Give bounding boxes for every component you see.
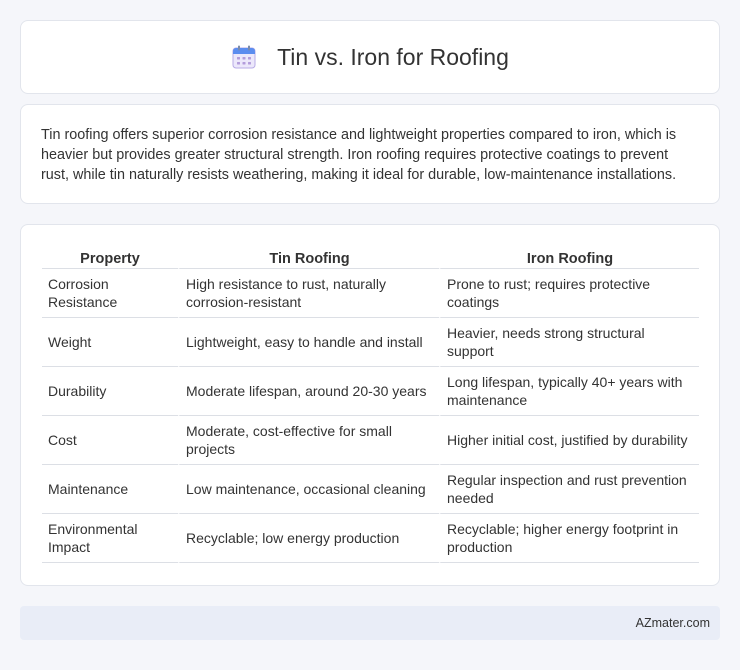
property-cell: Corrosion Resistance [42, 269, 178, 318]
tin-cell: Low maintenance, occasional cleaning [178, 465, 439, 514]
iron-cell: Long lifespan, typically 40+ years with … [439, 367, 699, 416]
intro-card: Tin roofing offers superior corrosion re… [20, 104, 720, 204]
tin-cell: Moderate lifespan, around 20-30 years [178, 367, 439, 416]
tin-cell: Moderate, cost-effective for small proje… [178, 416, 439, 465]
table-row: Cost Moderate, cost-effective for small … [42, 416, 699, 465]
comparison-table: Property Tin Roofing Iron Roofing Corros… [42, 245, 699, 563]
header-title-group: Tin vs. Iron for Roofing [231, 44, 509, 71]
table-row: Corrosion Resistance High resistance to … [42, 269, 699, 318]
property-cell: Environmental Impact [42, 514, 178, 563]
table-row: Weight Lightweight, easy to handle and i… [42, 318, 699, 367]
tin-cell: High resistance to rust, naturally corro… [178, 269, 439, 318]
calendar-icon [232, 45, 256, 69]
tin-cell: Lightweight, easy to handle and install [178, 318, 439, 367]
table-row: Durability Moderate lifespan, around 20-… [42, 367, 699, 416]
header-iron-roofing: Iron Roofing [439, 245, 699, 269]
property-cell: Weight [42, 318, 178, 367]
header-property: Property [42, 245, 178, 269]
intro-text: Tin roofing offers superior corrosion re… [41, 127, 677, 183]
table-header-row: Property Tin Roofing Iron Roofing [42, 245, 699, 269]
table-row: Environmental Impact Recyclable; low ene… [42, 514, 699, 563]
property-cell: Durability [42, 367, 178, 416]
footer-bar: AZmater.com [20, 606, 720, 640]
footer-source: AZmater.com [635, 616, 710, 630]
header-tin-roofing: Tin Roofing [178, 245, 439, 269]
iron-cell: Regular inspection and rust prevention n… [439, 465, 699, 514]
comparison-card: Property Tin Roofing Iron Roofing Corros… [20, 224, 720, 586]
iron-cell: Heavier, needs strong structural support [439, 318, 699, 367]
iron-cell: Prone to rust; requires protective coati… [439, 269, 699, 318]
table-row: Maintenance Low maintenance, occasional … [42, 465, 699, 514]
iron-cell: Recyclable; higher energy footprint in p… [439, 514, 699, 563]
property-cell: Cost [42, 416, 178, 465]
tin-cell: Recyclable; low energy production [178, 514, 439, 563]
iron-cell: Higher initial cost, justified by durabi… [439, 416, 699, 465]
page-title: Tin vs. Iron for Roofing [277, 43, 509, 70]
header-card: Tin vs. Iron for Roofing [20, 20, 720, 94]
property-cell: Maintenance [42, 465, 178, 514]
